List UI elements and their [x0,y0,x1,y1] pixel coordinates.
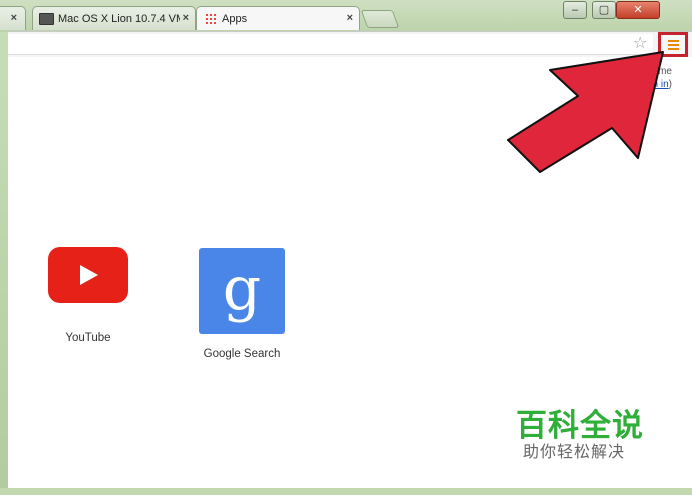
tab-title: Mac OS X Lion 10.7.4 VMw [58,12,180,25]
tab-apps[interactable]: Apps × [196,6,360,30]
watermark-subtitle: 助你轻松解决 [523,444,626,461]
apps-grid-icon [205,12,217,25]
computer-icon [39,12,54,25]
app-youtube[interactable]: YouTube [38,232,138,344]
tab-title: Apps [222,12,248,25]
tab-strip: × Mac OS X Lion 10.7.4 VMw × Apps × – ▢ … [0,0,692,32]
youtube-icon[interactable] [45,232,131,318]
tab-close-icon[interactable]: × [347,12,353,24]
close-window-button[interactable]: ✕ [616,1,660,19]
tab-close-icon[interactable]: × [183,12,189,24]
tab-mac-os-lion[interactable]: Mac OS X Lion 10.7.4 VMw × [32,6,196,30]
bottom-border [0,488,692,495]
google-g-glyph: g [222,254,262,324]
minimize-button[interactable]: – [563,1,587,19]
app-label[interactable]: Google Search [192,348,292,360]
red-arrow-pointer [507,51,664,173]
google-search-icon[interactable]: g [199,248,285,334]
maximize-button[interactable]: ▢ [592,1,616,19]
app-label[interactable]: YouTube [38,332,138,344]
tab-close-icon[interactable]: × [11,12,17,24]
new-tab-button[interactable] [360,10,400,28]
tab-partial[interactable]: × [0,6,26,30]
app-google-search[interactable]: g Google Search [192,248,292,360]
